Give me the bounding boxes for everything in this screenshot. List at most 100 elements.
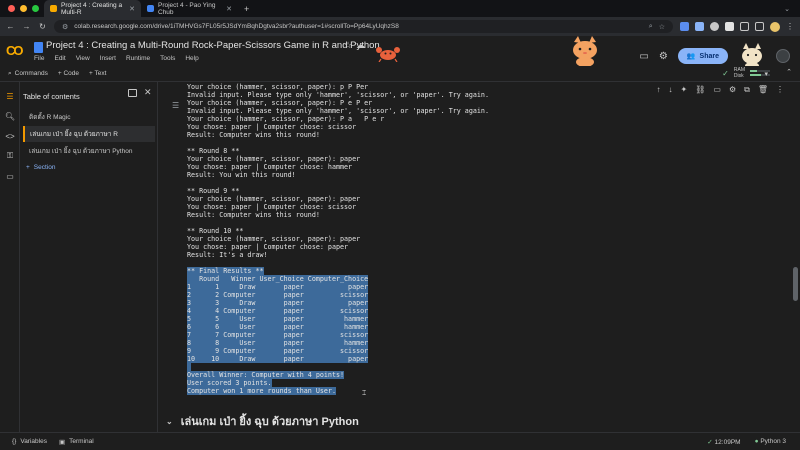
crab-mascot-icon (376, 47, 400, 62)
extension-icon[interactable] (725, 22, 734, 31)
toc-item-play-in-python[interactable]: เล่นเกม เป่า ยิ้ง ฉุบ ด้วยภาษา Python (23, 143, 155, 159)
new-tab-button[interactable]: + (238, 4, 255, 14)
move-down-icon[interactable]: ↓ (669, 85, 673, 95)
selected-text: 10 10 Draw paper paper (187, 355, 369, 363)
extension-icon[interactable] (695, 22, 704, 31)
close-window-button[interactable] (8, 5, 15, 12)
close-icon[interactable]: ✕ (144, 87, 152, 98)
share-button[interactable]: 👥 Share (677, 48, 728, 64)
cell-output[interactable]: Your choice (hammer, scissor, paper): p … (187, 83, 489, 395)
commands-button[interactable]: ⌕ Commands (8, 70, 48, 78)
files-folder-icon[interactable]: ▭ (0, 166, 20, 186)
profile-avatar[interactable] (770, 21, 780, 32)
selected-output-line: 9 9 Computer paper scissor (187, 347, 489, 355)
section-heading[interactable]: ⌄ เล่นเกม เป่า ยิ้ง ฉุบ ด้วยภาษา Python (166, 412, 359, 430)
toc-item-play-in-r[interactable]: เล่นเกม เป่า ยิ้ง ฉุบ ด้วยภาษา R (23, 126, 155, 142)
menu-help[interactable]: Help (185, 55, 198, 62)
close-tab-icon[interactable]: ✕ (226, 5, 232, 13)
mirror-cell-icon[interactable]: ⧉ (744, 85, 750, 95)
selected-output-line: 2 2 Computer paper scissor (187, 291, 489, 299)
open-in-tab-icon[interactable] (128, 89, 137, 97)
collapse-chevron-icon[interactable]: ⌄ (166, 417, 173, 426)
find-replace-icon[interactable]: 🔍︎ (0, 106, 20, 126)
window-controls (0, 5, 44, 12)
search-icon[interactable]: ⌕ (649, 23, 653, 31)
menu-tools[interactable]: Tools (160, 55, 175, 62)
add-section-button[interactable]: + Section (26, 164, 55, 171)
browser-tab-colab[interactable]: Project 4 : Creating a Multi-R ✕ (44, 0, 141, 17)
back-button[interactable]: ← (6, 22, 15, 31)
scrollbar[interactable] (793, 267, 798, 301)
bookmark-star-icon[interactable]: ☆ (659, 23, 665, 31)
site-info-icon[interactable]: ⚙ (62, 23, 68, 31)
commands-label: Commands (14, 70, 48, 77)
menu-view[interactable]: View (76, 55, 90, 62)
side-panel-icon[interactable] (755, 22, 764, 31)
colab-favicon-icon (50, 5, 57, 12)
plus-icon: + (26, 164, 30, 171)
star-icon[interactable]: ☆ (344, 40, 352, 51)
settings-gear-icon[interactable]: ⚙ (659, 51, 668, 62)
menu-insert[interactable]: Insert (100, 55, 116, 62)
selected-output-line: User scored 3 points. (187, 379, 489, 387)
notebook-title[interactable]: Project 4 : Creating a Multi-Round Rock-… (46, 40, 380, 51)
more-options-icon[interactable]: ⋮ (776, 85, 784, 95)
cell-toolbar: ↑ ↓ ✦ ⛓ ▭ ⚙ ⧉ 🗑︎ ⋮ (657, 85, 784, 95)
browser-menu-icon[interactable]: ⋮ (786, 22, 794, 31)
delete-icon[interactable]: 🗑︎ (758, 85, 768, 95)
extension-icon[interactable] (710, 22, 719, 31)
execution-status[interactable]: ✓ 12:09PM (707, 438, 740, 446)
minimize-window-button[interactable] (20, 5, 27, 12)
resource-dropdown-chevron-icon[interactable]: ▾ (764, 70, 768, 78)
selected-text: 6 6 User paper hammer (187, 323, 369, 331)
resource-monitor[interactable]: ✓ RAM Disk (722, 67, 770, 79)
variables-button[interactable]: {} Variables (0, 438, 47, 445)
menu-file[interactable]: File (34, 55, 44, 62)
selected-text: 1 1 Draw paper paper (187, 283, 369, 291)
people-icon: 👥 (686, 53, 696, 60)
user-avatar[interactable] (776, 49, 790, 63)
secrets-key-icon[interactable]: ⚿ (0, 146, 20, 166)
docs-favicon-icon (147, 5, 154, 12)
colab-logo[interactable]: CO (6, 43, 23, 58)
reload-button[interactable]: ↻ (38, 22, 47, 31)
zoom-window-button[interactable] (32, 5, 39, 12)
selected-output-line: Round Winner User_Choice Computer_Choice (187, 275, 489, 283)
menu-edit[interactable]: Edit (54, 55, 65, 62)
link-icon[interactable]: ⛓ (695, 85, 705, 95)
forward-button[interactable]: → (22, 22, 31, 31)
comment-icon[interactable]: ▭ (713, 85, 721, 95)
runtime-indicator[interactable]: ● Python 3 (755, 438, 786, 445)
table-of-contents-icon[interactable]: ☰ (0, 86, 20, 106)
selected-output-line: 8 8 User paper hammer (187, 339, 489, 347)
output-options-icon[interactable]: ☰ (172, 101, 179, 110)
status-right: ✓ 12:09PM ● Python 3 (707, 438, 800, 446)
browser-tab-docs[interactable]: Project 4 - Pao Ying Chub ✕ (141, 0, 238, 17)
collapse-header-chevron-icon[interactable]: ⌃ (786, 68, 792, 76)
code-snippets-icon[interactable]: <> (0, 126, 20, 146)
terminal-button[interactable]: ▣ Terminal (47, 438, 94, 446)
selected-output-line: ** Final Results ** (187, 267, 489, 275)
tab-title: Project 4 : Creating a Multi-R (61, 1, 123, 16)
selected-text: 5 5 User paper hammer (187, 315, 369, 323)
output-line: Result: You win this round! (187, 171, 296, 179)
extension-icon[interactable] (680, 22, 689, 31)
selected-text: 7 7 Computer paper scissor (187, 331, 369, 339)
close-tab-icon[interactable]: ✕ (129, 5, 135, 13)
address-bar[interactable]: ⚙ colab.research.google.com/drive/1iTMHV… (54, 20, 673, 33)
add-text-button[interactable]: + Text (89, 70, 106, 77)
comments-icon[interactable]: ▭ (639, 51, 648, 62)
add-code-button[interactable]: + Code (58, 70, 79, 77)
move-up-icon[interactable]: ↑ (657, 85, 661, 95)
cell-settings-icon[interactable]: ⚙ (729, 85, 736, 95)
add-section-label: Section (33, 164, 56, 171)
toc-item-install-r-magic[interactable]: ติดตั้ง R Magic (23, 109, 155, 125)
toc-title: Table of contents (23, 92, 80, 101)
puzzle-extensions-icon[interactable] (740, 22, 749, 31)
tab-search-chevron-icon[interactable]: ⌄ (784, 5, 800, 13)
menu-runtime[interactable]: Runtime (126, 55, 150, 62)
output-line: ** Round 10 ** (187, 227, 244, 235)
gemini-sparkle-icon[interactable]: ✦ (681, 85, 688, 95)
